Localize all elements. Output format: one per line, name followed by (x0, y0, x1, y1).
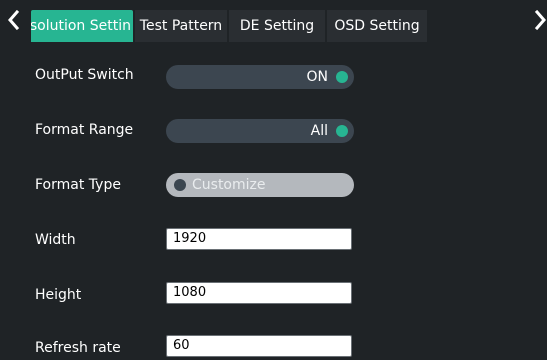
tab-test-pattern[interactable]: Test Pattern (135, 10, 227, 42)
tab-osd-setting[interactable]: OSD Setting (327, 10, 427, 42)
tab-label: DE Setting (239, 18, 315, 34)
tab-de-setting[interactable]: DE Setting (229, 10, 325, 42)
toggle-knob (336, 71, 348, 83)
toggle-knob (336, 125, 348, 137)
resolution-settings-panel: esolution Settin Test Pattern DE Setting… (0, 0, 547, 360)
height-field[interactable] (166, 282, 352, 304)
next-chevron-icon[interactable] (533, 9, 547, 31)
toggle-knob (174, 179, 186, 191)
height-label: Height (35, 287, 82, 303)
width-field[interactable] (166, 228, 352, 250)
format-range-toggle[interactable]: All (166, 119, 354, 143)
toggle-value: Customize (192, 177, 266, 193)
toggle-value: ON (306, 69, 329, 85)
tab-label: Test Pattern (139, 18, 223, 34)
refresh-rate-field[interactable] (166, 335, 352, 357)
output-switch-label: OutPut Switch (35, 67, 134, 83)
format-type-toggle[interactable]: Customize (166, 173, 354, 197)
format-range-label: Format Range (35, 122, 134, 138)
tab-resolution-setting[interactable]: esolution Settin (31, 10, 133, 42)
format-type-label: Format Type (35, 177, 121, 193)
refresh-rate-label: Refresh rate (35, 340, 121, 356)
tab-label: OSD Setting (334, 18, 420, 34)
width-label: Width (35, 232, 76, 248)
tab-label: esolution Settin (31, 18, 131, 34)
tab-header: esolution Settin Test Pattern DE Setting… (0, 0, 547, 42)
output-switch-toggle[interactable]: ON (166, 65, 354, 89)
back-chevron-icon[interactable] (6, 9, 22, 31)
tab-bar: esolution Settin Test Pattern DE Setting… (31, 10, 429, 42)
toggle-value: All (310, 123, 328, 139)
